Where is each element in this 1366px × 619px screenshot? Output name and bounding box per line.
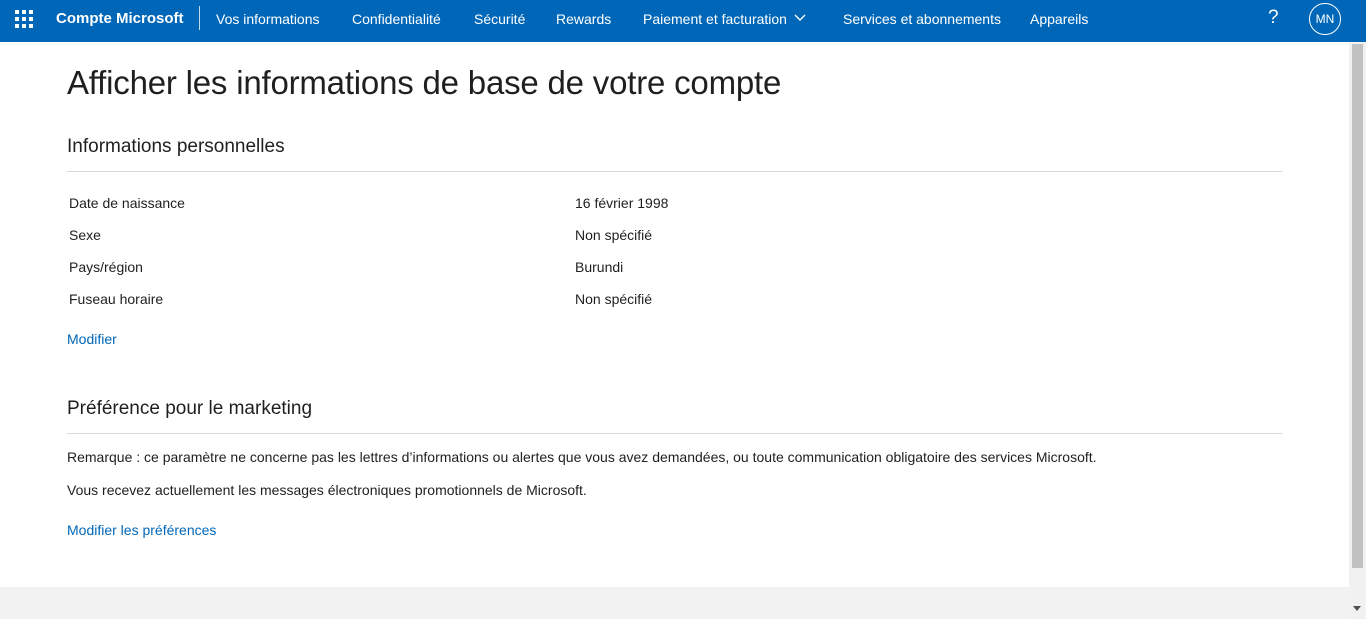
nav-item-rewards[interactable]: Rewards xyxy=(556,0,611,42)
nav-item-securite[interactable]: Sécurité xyxy=(474,0,525,42)
section-title-personal: Informations personnelles xyxy=(67,136,285,157)
marketing-status: Vous recevez actuellement les messages é… xyxy=(67,482,587,498)
scrollbar[interactable] xyxy=(1349,42,1366,619)
nav-item-paiement-facturation[interactable]: Paiement et facturation xyxy=(643,0,806,42)
info-value-gender: Non spécifié xyxy=(575,227,653,243)
info-value-country: Burundi xyxy=(575,259,624,275)
avatar[interactable]: MN xyxy=(1309,3,1341,35)
divider xyxy=(67,433,1282,434)
nav-item-confidentialite[interactable]: Confidentialité xyxy=(352,0,441,42)
footer-band xyxy=(0,587,1349,619)
waffle-icon[interactable] xyxy=(15,10,33,28)
info-label-country: Pays/région xyxy=(69,259,143,275)
help-icon[interactable]: ? xyxy=(1268,0,1279,42)
brand-title[interactable]: Compte Microsoft xyxy=(56,0,184,42)
nav-item-services-abonnements[interactable]: Services et abonnements xyxy=(843,0,1001,42)
scrollbar-thumb[interactable] xyxy=(1352,44,1363,568)
brand-divider xyxy=(199,6,200,30)
edit-personal-info-link[interactable]: Modifier xyxy=(67,331,117,347)
divider xyxy=(67,171,1282,172)
nav-item-appareils[interactable]: Appareils xyxy=(1030,0,1088,42)
edit-preferences-link[interactable]: Modifier les préférences xyxy=(67,522,216,538)
info-label-birthdate: Date de naissance xyxy=(69,195,185,211)
scroll-down-arrow-icon[interactable] xyxy=(1353,606,1361,611)
info-label-gender: Sexe xyxy=(69,227,101,243)
marketing-note: Remarque : ce paramètre ne concerne pas … xyxy=(67,449,1097,465)
info-value-timezone: Non spécifié xyxy=(575,291,653,307)
nav-item-vos-informations[interactable]: Vos informations xyxy=(216,0,320,42)
info-label-timezone: Fuseau horaire xyxy=(69,291,164,307)
top-navigation-bar: Compte Microsoft Vos informations Confid… xyxy=(0,0,1366,42)
page-title: Afficher les informations de base de vot… xyxy=(67,64,782,101)
info-value-birthdate: 16 février 1998 xyxy=(575,195,669,211)
chevron-down-icon xyxy=(794,14,806,22)
nav-item-paiement-label: Paiement et facturation xyxy=(643,11,787,27)
section-title-marketing: Préférence pour le marketing xyxy=(67,398,313,419)
